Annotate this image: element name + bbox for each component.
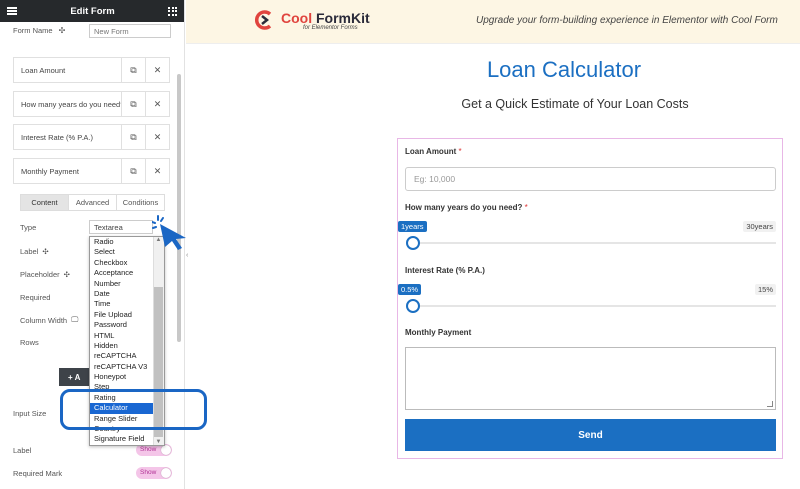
label-toggle-label: Label xyxy=(13,446,32,455)
field-settings-tabs: Content Advanced Conditions xyxy=(20,194,165,211)
interest-label-text: Interest Rate (% P.A.) xyxy=(405,266,485,275)
tab-content[interactable]: Content xyxy=(21,195,69,210)
form-field-label: Loan Amount xyxy=(21,65,66,75)
required-mark: * xyxy=(458,147,462,156)
input-size-label: Input Size xyxy=(13,409,47,418)
control-column-width: Column Width 🖵 xyxy=(20,315,78,325)
form-field-label: Monthly Payment xyxy=(21,166,79,176)
tab-advanced[interactable]: Advanced xyxy=(69,195,117,210)
form-field-item-expanded[interactable]: Monthly Payment ⧉ ✕ xyxy=(13,158,170,184)
duplicate-icon[interactable]: ⧉ xyxy=(121,92,145,116)
loan-amount-label-text: Loan Amount xyxy=(405,147,457,156)
control-type: Type xyxy=(20,223,36,232)
promo-banner: Cool FormKit for Elementor Forms Upgrade… xyxy=(186,0,800,44)
editor-topbar: Edit Form xyxy=(0,0,184,22)
cursor-pointer-icon xyxy=(152,215,186,250)
control-rows-label: Rows xyxy=(20,338,39,347)
required-mark: * xyxy=(524,203,528,212)
label-toggle-row: Label Show xyxy=(13,444,173,456)
widgets-grid-icon[interactable] xyxy=(168,6,177,16)
duplicate-icon[interactable]: ⧉ xyxy=(121,159,145,183)
years-label: How many years do you need? * xyxy=(405,203,528,212)
years-label-text: How many years do you need? xyxy=(405,203,523,212)
banner-tagline: Upgrade your form-building experience in… xyxy=(476,15,778,26)
hamburger-menu-icon[interactable] xyxy=(7,7,17,15)
monthly-payment-label: Monthly Payment xyxy=(405,328,471,337)
page-title: Loan Calculator xyxy=(486,57,642,82)
interest-slider[interactable]: 0.5% 15% xyxy=(398,284,776,314)
loan-calculator-form: Loan Amount * Eg: 10,000 How many years … xyxy=(397,138,783,459)
monthly-payment-textarea[interactable] xyxy=(405,347,776,410)
dynamic-tags-icon[interactable]: ✣ xyxy=(42,247,48,256)
close-icon[interactable]: ✕ xyxy=(145,125,169,149)
form-field-item[interactable]: Interest Rate (% P.A.) ⧉ ✕ xyxy=(13,124,170,150)
slider-max-badge: 30years xyxy=(743,221,776,232)
control-type-label: Type xyxy=(20,223,37,232)
coolformkit-logo: Cool FormKit for Elementor Forms xyxy=(253,9,370,31)
scroll-down-icon[interactable]: ▼ xyxy=(154,439,163,445)
years-slider[interactable]: 1years 30years xyxy=(398,221,776,251)
close-icon[interactable]: ✕ xyxy=(145,92,169,116)
slider-handle[interactable] xyxy=(406,299,420,313)
slider-value-badge: 1years xyxy=(398,221,427,232)
required-mark-label: Required Mark xyxy=(13,469,63,478)
form-name-input[interactable]: New Form xyxy=(89,24,171,38)
control-placeholder-label: Placeholder xyxy=(20,270,60,279)
control-rows: Rows xyxy=(20,338,39,347)
slider-handle[interactable] xyxy=(406,236,420,250)
control-placeholder: Placeholder ✣ xyxy=(20,270,70,279)
brand-name-part1: Cool xyxy=(281,9,313,26)
editor-title: Edit Form xyxy=(70,5,115,17)
form-field-label: How many years do you need? xyxy=(21,99,121,109)
dynamic-tags-icon[interactable]: ✣ xyxy=(59,26,66,35)
close-icon[interactable]: ✕ xyxy=(145,58,169,82)
duplicate-icon[interactable]: ⧉ xyxy=(121,125,145,149)
control-label: Label ✣ xyxy=(20,247,49,256)
coolformkit-logo-icon xyxy=(254,10,272,30)
dynamic-tags-icon[interactable]: ✣ xyxy=(64,270,70,279)
loan-amount-label: Loan Amount * xyxy=(405,147,462,156)
form-field-label: Interest Rate (% P.A.) xyxy=(21,132,93,142)
tab-conditions[interactable]: Conditions xyxy=(117,195,164,210)
duplicate-icon[interactable]: ⧉ xyxy=(121,58,145,82)
type-select[interactable]: Textarea xyxy=(89,220,153,234)
close-icon[interactable]: ✕ xyxy=(145,159,169,183)
interest-label: Interest Rate (% P.A.) xyxy=(405,266,485,275)
control-required-label: Required xyxy=(20,293,51,302)
calculator-highlight-annotation xyxy=(60,389,207,430)
required-mark-toggle[interactable]: Show xyxy=(136,467,172,479)
brand-name-part2: FormKit xyxy=(312,9,370,26)
monthly-payment-label-text: Monthly Payment xyxy=(405,328,472,337)
page-subtitle: Get a Quick Estimate of Your Loan Costs xyxy=(461,97,689,111)
form-name-label: Form Name xyxy=(13,26,53,35)
control-required: Required xyxy=(20,293,50,302)
loan-amount-input[interactable]: Eg: 10,000 xyxy=(405,167,776,191)
panel-scrollbar[interactable] xyxy=(177,74,181,342)
control-label-label: Label xyxy=(20,247,39,256)
slider-max-badge: 15% xyxy=(754,284,776,295)
slider-track[interactable] xyxy=(412,305,776,307)
slider-value-badge: 0.5% xyxy=(398,284,422,295)
desktop-icon[interactable]: 🖵 xyxy=(71,315,78,325)
form-name-row: Form Name ✣ New Form xyxy=(13,24,171,38)
required-mark-toggle-row: Required Mark Show xyxy=(13,467,173,479)
send-button[interactable]: Send xyxy=(405,419,776,451)
form-field-item[interactable]: Loan Amount ⧉ ✕ xyxy=(13,57,170,83)
control-column-width-label: Column Width xyxy=(20,315,68,325)
slider-track[interactable] xyxy=(412,242,776,244)
form-field-item[interactable]: How many years do you need? ⧉ ✕ xyxy=(13,91,170,117)
